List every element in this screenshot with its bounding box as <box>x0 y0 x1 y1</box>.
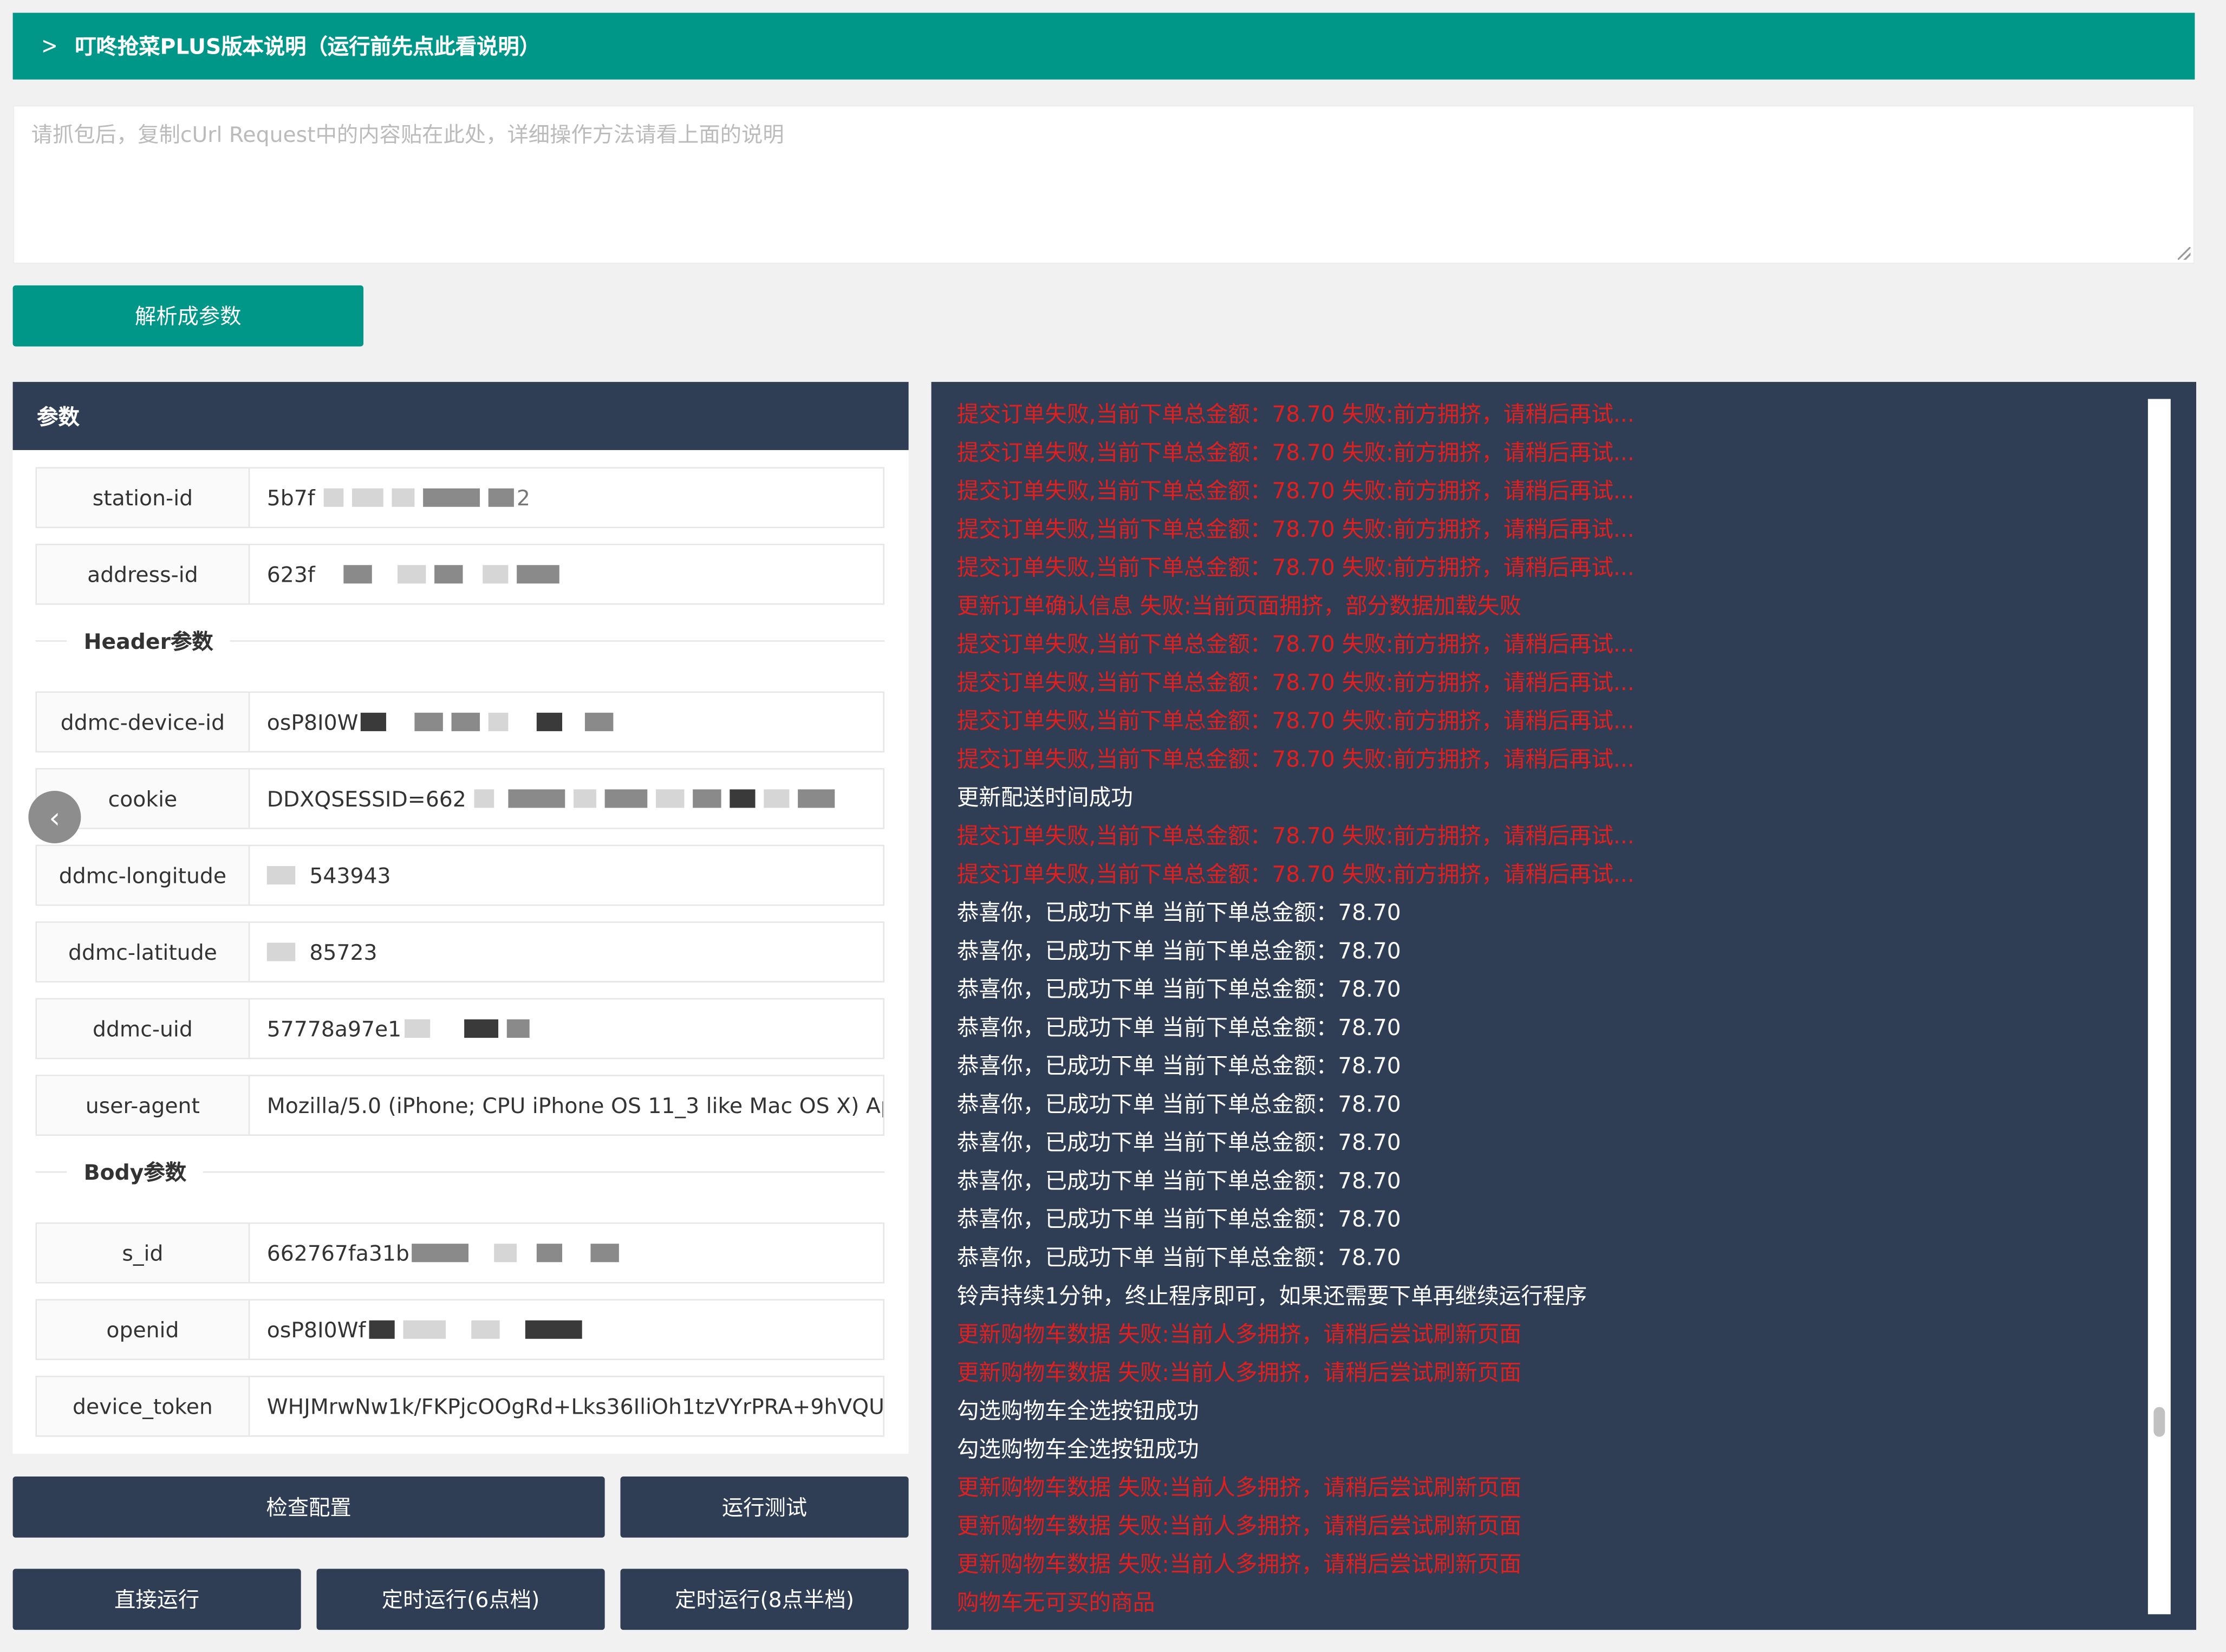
back-arrow-icon[interactable]: ‹ <box>28 791 81 843</box>
param-label: device_token <box>37 1377 250 1436</box>
log-line: 提交订单失败,当前下单总金额：78.70 失败:前方拥挤，请稍后再试... <box>956 670 1635 696</box>
param-label: ddmc-device-id <box>37 693 250 751</box>
log-line: 提交订单失败,当前下单总金额：78.70 失败:前方拥挤，请稍后再试... <box>956 401 1635 427</box>
param-label: ddmc-latitude <box>37 922 250 981</box>
log-line: 恭喜你，已成功下单 当前下单总金额：78.70 <box>956 1130 1401 1156</box>
log-line: 提交订单失败,当前下单总金额：78.70 失败:前方拥挤，请稍后再试... <box>956 555 1635 581</box>
log-line: 提交订单失败,当前下单总金额：78.70 失败:前方拥挤，请稍后再试... <box>956 632 1635 658</box>
param-label: ddmc-uid <box>37 999 250 1058</box>
log-line: 勾选购物车全选按钮成功 <box>956 1398 1199 1425</box>
resize-grip-icon[interactable] <box>2177 247 2191 260</box>
log-line: 更新购物车数据 失败:当前人多拥挤，请稍后尝试刷新页面 <box>956 1551 1522 1578</box>
params-panel: 参数 station-id 5b7f 2 address-id 623f Hea… <box>12 382 909 1454</box>
check-config-button[interactable]: 检查配置 <box>12 1477 605 1538</box>
param-row-openid: openid osP8I0Wf <box>35 1299 885 1361</box>
param-label: address-id <box>37 545 250 604</box>
param-label: station-id <box>37 468 250 527</box>
param-row-s-id: s_id 662767fa31b <box>35 1222 885 1284</box>
device-token-input[interactable]: WHJMrwNw1k/FKPjcOOgRd+Lks36IliOh1tzVYrPR… <box>250 1377 883 1435</box>
params-panel-title: 参数 <box>12 382 909 450</box>
run-now-button[interactable]: 直接运行 <box>12 1569 301 1630</box>
param-row-device-token: device_token WHJMrwNw1k/FKPjcOOgRd+Lks36… <box>35 1375 885 1437</box>
param-label: ddmc-longitude <box>37 846 250 905</box>
address-id-input[interactable]: 623f <box>250 545 883 603</box>
body-section-title: Body参数 <box>35 1157 885 1185</box>
chevron-right-icon: > <box>41 32 58 60</box>
log-line: 铃声持续1分钟，终止程序即可，如果还需要下单再继续运行程序 <box>956 1283 1587 1309</box>
header-section-title: Header参数 <box>35 626 885 654</box>
log-line: 提交订单失败,当前下单总金额：78.70 失败:前方拥挤，请稍后再试... <box>956 517 1635 543</box>
log-line: 恭喜你，已成功下单 当前下单总金额：78.70 <box>956 938 1401 964</box>
log-line: 恭喜你，已成功下单 当前下单总金额：78.70 <box>956 1091 1401 1117</box>
latitude-input[interactable]: 85723 <box>250 923 883 981</box>
log-scrollbar[interactable] <box>2147 399 2171 1615</box>
param-row-longitude: ddmc-longitude 543943 <box>35 844 885 906</box>
openid-input[interactable]: osP8I0Wf <box>250 1300 883 1358</box>
log-line: 恭喜你，已成功下单 当前下单总金额：78.70 <box>956 900 1401 926</box>
param-label: user-agent <box>37 1076 250 1135</box>
log-line: 更新购物车数据 失败:当前人多拥挤，请稍后尝试刷新页面 <box>956 1360 1522 1386</box>
schedule-6-button[interactable]: 定时运行(6点档) <box>316 1569 605 1630</box>
log-line: 购物车无可买的商品 <box>956 1590 1155 1616</box>
log-line: 更新配送时间成功 <box>956 785 1133 811</box>
log-line: 更新购物车数据 失败:当前人多拥挤，请稍后尝试刷新页面 <box>956 1475 1522 1501</box>
station-id-input[interactable]: 5b7f 2 <box>250 469 883 526</box>
paste-placeholder: 请抓包后，复制cUrl Request中的内容贴在此处，详细操作方法请看上面的说… <box>31 122 784 148</box>
log-line: 提交订单失败,当前下单总金额：78.70 失败:前方拥挤，请稍后再试... <box>956 823 1635 849</box>
param-row-user-agent: user-agent Mozilla/5.0 (iPhone; CPU iPho… <box>35 1075 885 1136</box>
log-lines: 提交订单失败,当前下单总金额：78.70 失败:前方拥挤，请稍后再试... 提交订… <box>957 396 2150 1623</box>
uid-input[interactable]: 57778a97e1 <box>250 999 883 1057</box>
schedule-830-button[interactable]: 定时运行(8点半档) <box>620 1569 909 1630</box>
run-test-button[interactable]: 运行测试 <box>620 1477 909 1538</box>
log-line: 提交订单失败,当前下单总金额：78.70 失败:前方拥挤，请稍后再试... <box>956 478 1635 504</box>
param-row-device-id: ddmc-device-id osP8I0W <box>35 691 885 753</box>
param-label: s_id <box>37 1224 250 1282</box>
log-line: 恭喜你，已成功下单 当前下单总金额：78.70 <box>956 1053 1401 1079</box>
log-line: 提交订单失败,当前下单总金额：78.70 失败:前方拥挤，请稍后再试... <box>956 440 1635 466</box>
log-line: 恭喜你，已成功下单 当前下单总金额：78.70 <box>956 1245 1401 1271</box>
log-line: 提交订单失败,当前下单总金额：78.70 失败:前方拥挤，请稍后再试... <box>956 746 1635 772</box>
log-line: 提交订单失败,当前下单总金额：78.70 失败:前方拥挤，请稍后再试... <box>956 708 1635 734</box>
instructions-title: 叮咚抢菜PLUS版本说明（运行前先点此看说明） <box>75 34 541 60</box>
log-line: 勾选购物车全选按钮成功 <box>956 1436 1199 1462</box>
s-id-input[interactable]: 662767fa31b <box>250 1224 883 1282</box>
cookie-input[interactable]: DDXQSESSID=662 <box>250 770 883 828</box>
param-row-station-id: station-id 5b7f 2 <box>35 467 885 529</box>
parse-params-button[interactable]: 解析成参数 <box>12 285 364 347</box>
log-line: 恭喜你，已成功下单 当前下单总金额：78.70 <box>956 1207 1401 1233</box>
longitude-input[interactable]: 543943 <box>250 846 883 904</box>
param-row-latitude: ddmc-latitude 85723 <box>35 921 885 983</box>
log-line: 更新购物车数据 失败:当前人多拥挤，请稍后尝试刷新页面 <box>956 1322 1522 1348</box>
log-line: 恭喜你，已成功下单 当前下单总金额：78.70 <box>956 1015 1401 1041</box>
scrollbar-thumb[interactable] <box>2153 1407 2165 1437</box>
user-agent-input[interactable]: Mozilla/5.0 (iPhone; CPU iPhone OS 11_3 … <box>250 1076 883 1134</box>
curl-paste-textarea[interactable]: 请抓包后，复制cUrl Request中的内容贴在此处，详细操作方法请看上面的说… <box>12 105 2195 264</box>
param-label: openid <box>37 1300 250 1359</box>
param-row-uid: ddmc-uid 57778a97e1 <box>35 998 885 1059</box>
log-line: 恭喜你，已成功下单 当前下单总金额：78.70 <box>956 1168 1401 1194</box>
log-line: 更新订单确认信息 失败:当前页面拥挤，部分数据加载失败 <box>956 593 1522 619</box>
log-line: 更新购物车数据 失败:当前人多拥挤，请稍后尝试刷新页面 <box>956 1513 1522 1539</box>
log-output-panel[interactable]: 提交订单失败,当前下单总金额：78.70 失败:前方拥挤，请稍后再试... 提交订… <box>931 382 2196 1630</box>
param-row-address-id: address-id 623f <box>35 543 885 605</box>
instructions-collapse-header[interactable]: > 叮咚抢菜PLUS版本说明（运行前先点此看说明） <box>12 12 2195 80</box>
param-row-cookie: cookie DDXQSESSID=662 <box>35 768 885 829</box>
device-id-input[interactable]: osP8I0W <box>250 693 883 751</box>
log-line: 恭喜你，已成功下单 当前下单总金额：78.70 <box>956 977 1401 1003</box>
log-line: 提交订单失败,当前下单总金额：78.70 失败:前方拥挤，请稍后再试... <box>956 862 1635 888</box>
